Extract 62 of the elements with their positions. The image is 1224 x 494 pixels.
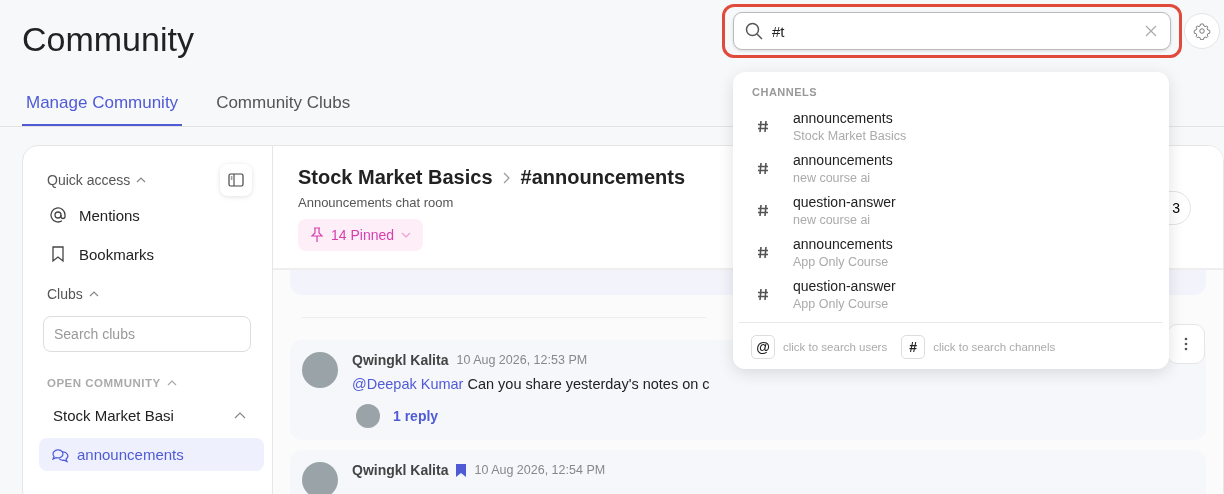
hash-icon	[757, 120, 769, 133]
chevron-icon	[401, 232, 412, 238]
channel-result[interactable]: announcements	[793, 110, 893, 126]
message-time: 10 Aug 2026, 12:54 PM	[474, 463, 606, 477]
club-name: new course ai	[793, 171, 871, 185]
key-hint[interactable]: #	[901, 335, 926, 359]
hint-text: click to search channels	[933, 341, 1056, 353]
page-title: Community	[22, 20, 195, 59]
chevron-icon[interactable]	[166, 380, 177, 386]
clear-icon[interactable]	[1145, 25, 1157, 37]
chevron-right-icon	[502, 171, 511, 184]
replies-link[interactable]: 1 reply	[393, 408, 439, 424]
author-name: Qwingkl Kalita	[352, 352, 449, 368]
pinned-button[interactable]: 14 Pinned	[298, 219, 424, 251]
avatar	[302, 352, 338, 388]
avatar	[356, 404, 380, 428]
search-field[interactable]: #t	[733, 12, 1171, 50]
channel-description: Announcements chat room	[298, 195, 454, 210]
section-label: CHANNELS	[751, 85, 819, 100]
hash-icon	[757, 288, 769, 301]
at-sign-icon	[49, 206, 67, 224]
channel-item[interactable]: announcements	[39, 438, 264, 471]
kebab-icon	[1184, 337, 1188, 351]
tab[interactable]: Community Clubs	[212, 78, 355, 126]
hint-text: click to search users	[783, 341, 888, 353]
club-item[interactable]: Stock Market Basi	[53, 407, 174, 424]
section-label[interactable]: Clubs	[47, 286, 83, 302]
club-title: Stock Market Basics	[298, 166, 493, 189]
hash-icon	[757, 246, 769, 259]
hash-icon	[757, 204, 769, 217]
key-hint[interactable]: @	[751, 335, 775, 359]
tab[interactable]: Manage Community	[22, 78, 183, 126]
chat-bubbles-icon	[51, 446, 69, 463]
channel-result[interactable]: announcements	[793, 152, 893, 168]
bookmark-icon	[49, 245, 67, 263]
sidebar-item[interactable]: Bookmarks	[47, 235, 252, 274]
author-name: Qwingkl Kalita	[352, 462, 449, 478]
pin-icon	[310, 227, 324, 243]
message-time: 10 Aug 2026, 12:53 PM	[456, 353, 588, 367]
mention-link[interactable]: @Deepak Kumar	[352, 376, 464, 392]
club-name: Stock Market Basics	[793, 129, 907, 143]
avatar	[302, 462, 338, 494]
club-name: new course ai	[793, 213, 871, 227]
message-text: @Deepak Kumar Can you share yesterday's notes on c	[352, 376, 710, 392]
search-icon	[745, 22, 763, 40]
chevron-icon[interactable]	[136, 177, 147, 183]
sidebar-panel-icon	[228, 173, 244, 187]
chevron-icon[interactable]	[88, 291, 99, 297]
section-label[interactable]: Quick access	[47, 172, 131, 188]
hash-icon	[757, 162, 769, 175]
club-name: App Only Course	[793, 255, 889, 269]
club-search-field[interactable]: Search clubs	[43, 316, 251, 352]
channel-result[interactable]: announcements	[793, 236, 893, 252]
channel-result[interactable]: question-answer	[793, 194, 896, 210]
club-name: App Only Course	[793, 297, 889, 311]
settings-button[interactable]	[1184, 13, 1220, 49]
channel-title: #announcements	[520, 166, 686, 189]
chevron-icon[interactable]	[234, 412, 246, 419]
channel-result[interactable]: question-answer	[793, 278, 896, 294]
sidebar-item[interactable]: Mentions	[47, 196, 252, 235]
settings-icon	[1193, 22, 1211, 40]
panel-toggle-button[interactable]	[220, 164, 252, 196]
